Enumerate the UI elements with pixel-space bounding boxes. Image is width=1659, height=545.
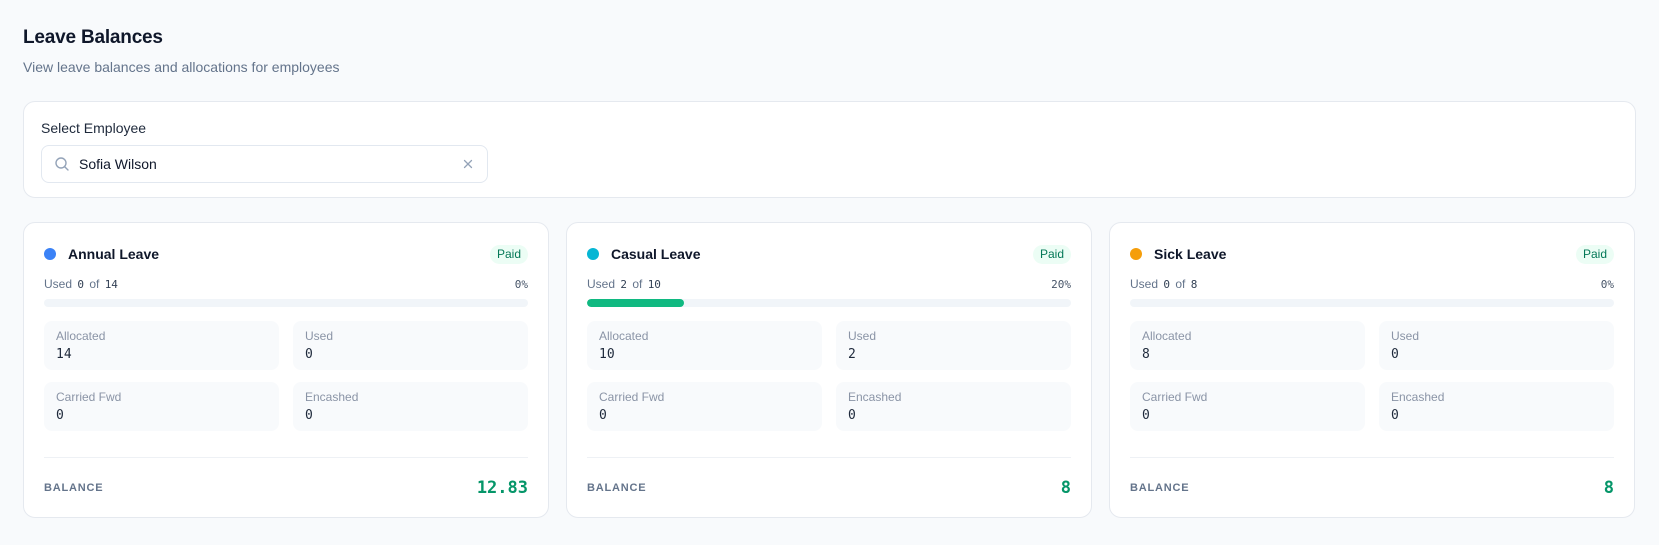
card-header: Casual Leave Paid	[587, 243, 1071, 265]
balance-label: BALANCE	[44, 481, 104, 494]
stat-value: 0	[305, 347, 313, 362]
stat-used: Used 0	[293, 321, 528, 370]
balance-value: 8	[1603, 477, 1614, 498]
used-prefix: Used	[587, 277, 616, 291]
stat-value: 8	[1142, 347, 1150, 362]
stat-carried-fwd: Carried Fwd 0	[44, 382, 279, 431]
stat-value: 10	[599, 347, 615, 362]
stat-used: Used 0	[1379, 321, 1614, 370]
leave-card-sick: Sick Leave Paid Used 0 of 8 0% Allocated…	[1109, 222, 1635, 518]
stats-grid: Allocated 10 Used 2 Carried Fwd 0 Encash…	[587, 321, 1071, 431]
close-icon[interactable]	[461, 157, 475, 171]
page-subtitle: View leave balances and allocations for …	[23, 59, 340, 75]
stat-value: 0	[305, 408, 313, 423]
page-title: Leave Balances	[23, 27, 163, 48]
leave-color-dot	[1130, 248, 1142, 260]
total-count: 10	[647, 277, 661, 291]
balance-label: BALANCE	[587, 481, 647, 494]
stat-allocated: Allocated 10	[587, 321, 822, 370]
stat-value: 0	[1391, 408, 1399, 423]
stat-used: Used 2	[836, 321, 1071, 370]
card-header: Annual Leave Paid	[44, 243, 528, 265]
stat-value: 14	[56, 347, 72, 362]
stat-label: Carried Fwd	[1142, 390, 1208, 404]
stat-value: 0	[56, 408, 64, 423]
paid-badge: Paid	[1032, 244, 1071, 264]
stat-value: 2	[848, 347, 856, 362]
usage-progress-bar	[587, 299, 1071, 307]
used-prefix: Used	[44, 277, 73, 291]
stat-value: 0	[1391, 347, 1399, 362]
balance-value: 12.83	[476, 477, 528, 498]
stat-label: Used	[848, 329, 877, 343]
stat-label: Encashed	[305, 390, 359, 404]
balance-row: BALANCE 8	[1130, 457, 1614, 517]
stat-carried-fwd: Carried Fwd 0	[587, 382, 822, 431]
leave-color-dot	[587, 248, 599, 260]
paid-badge: Paid	[1575, 244, 1614, 264]
stat-label: Encashed	[1391, 390, 1445, 404]
leave-cards: Annual Leave Paid Used 0 of 14 0% Alloca…	[23, 222, 1636, 518]
used-count: 0	[77, 277, 84, 291]
usage-percent: 0%	[1600, 277, 1614, 291]
usage-summary: Used 0 of 8 0%	[1130, 276, 1614, 292]
usage-summary: Used 0 of 14 0%	[44, 276, 528, 292]
stat-value: 0	[599, 408, 607, 423]
stat-encashed: Encashed 0	[293, 382, 528, 431]
stat-encashed: Encashed 0	[1379, 382, 1614, 431]
balance-row: BALANCE 8	[587, 457, 1071, 517]
card-header: Sick Leave Paid	[1130, 243, 1614, 265]
stats-grid: Allocated 8 Used 0 Carried Fwd 0 Encashe…	[1130, 321, 1614, 431]
stat-label: Carried Fwd	[599, 390, 665, 404]
total-count: 8	[1190, 277, 1198, 291]
usage-progress-bar	[1130, 299, 1614, 307]
stat-label: Used	[1391, 329, 1420, 343]
stat-label: Used	[305, 329, 334, 343]
used-count: 0	[1163, 277, 1170, 291]
used-prefix: Used	[1130, 277, 1159, 291]
stat-label: Allocated	[1142, 329, 1192, 343]
stat-label: Carried Fwd	[56, 390, 122, 404]
employee-select-card: Select Employee	[23, 101, 1636, 198]
leave-card-casual: Casual Leave Paid Used 2 of 10 20% Alloc…	[566, 222, 1092, 518]
usage-summary: Used 2 of 10 20%	[587, 276, 1071, 292]
usage-percent: 0%	[514, 277, 528, 291]
employee-search-input[interactable]	[79, 156, 461, 172]
stat-encashed: Encashed 0	[836, 382, 1071, 431]
leave-type-name: Annual Leave	[68, 246, 160, 262]
usage-progress-fill	[587, 299, 684, 307]
leave-card-annual: Annual Leave Paid Used 0 of 14 0% Alloca…	[23, 222, 549, 518]
of-word: of	[632, 277, 643, 291]
usage-progress-bar	[44, 299, 528, 307]
leave-color-dot	[44, 248, 56, 260]
stat-carried-fwd: Carried Fwd 0	[1130, 382, 1365, 431]
stat-label: Encashed	[848, 390, 902, 404]
paid-badge: Paid	[489, 244, 528, 264]
search-icon	[55, 157, 69, 171]
stat-label: Allocated	[599, 329, 649, 343]
balance-label: BALANCE	[1130, 481, 1190, 494]
leave-type-name: Sick Leave	[1154, 246, 1227, 262]
of-word: of	[1175, 277, 1186, 291]
stat-value: 0	[1142, 408, 1150, 423]
stats-grid: Allocated 14 Used 0 Carried Fwd 0 Encash…	[44, 321, 528, 431]
stat-value: 0	[848, 408, 856, 423]
usage-percent: 20%	[1051, 277, 1071, 291]
stat-allocated: Allocated 14	[44, 321, 279, 370]
leave-type-name: Casual Leave	[611, 246, 701, 262]
of-word: of	[89, 277, 100, 291]
stat-label: Allocated	[56, 329, 106, 343]
select-employee-label: Select Employee	[41, 120, 147, 136]
balance-value: 8	[1060, 477, 1071, 498]
leave-balances-page: Leave Balances View leave balances and a…	[0, 0, 1659, 518]
total-count: 14	[104, 277, 118, 291]
used-count: 2	[620, 277, 627, 291]
balance-row: BALANCE 12.83	[44, 457, 528, 517]
stat-allocated: Allocated 8	[1130, 321, 1365, 370]
employee-search-box[interactable]	[41, 145, 488, 183]
